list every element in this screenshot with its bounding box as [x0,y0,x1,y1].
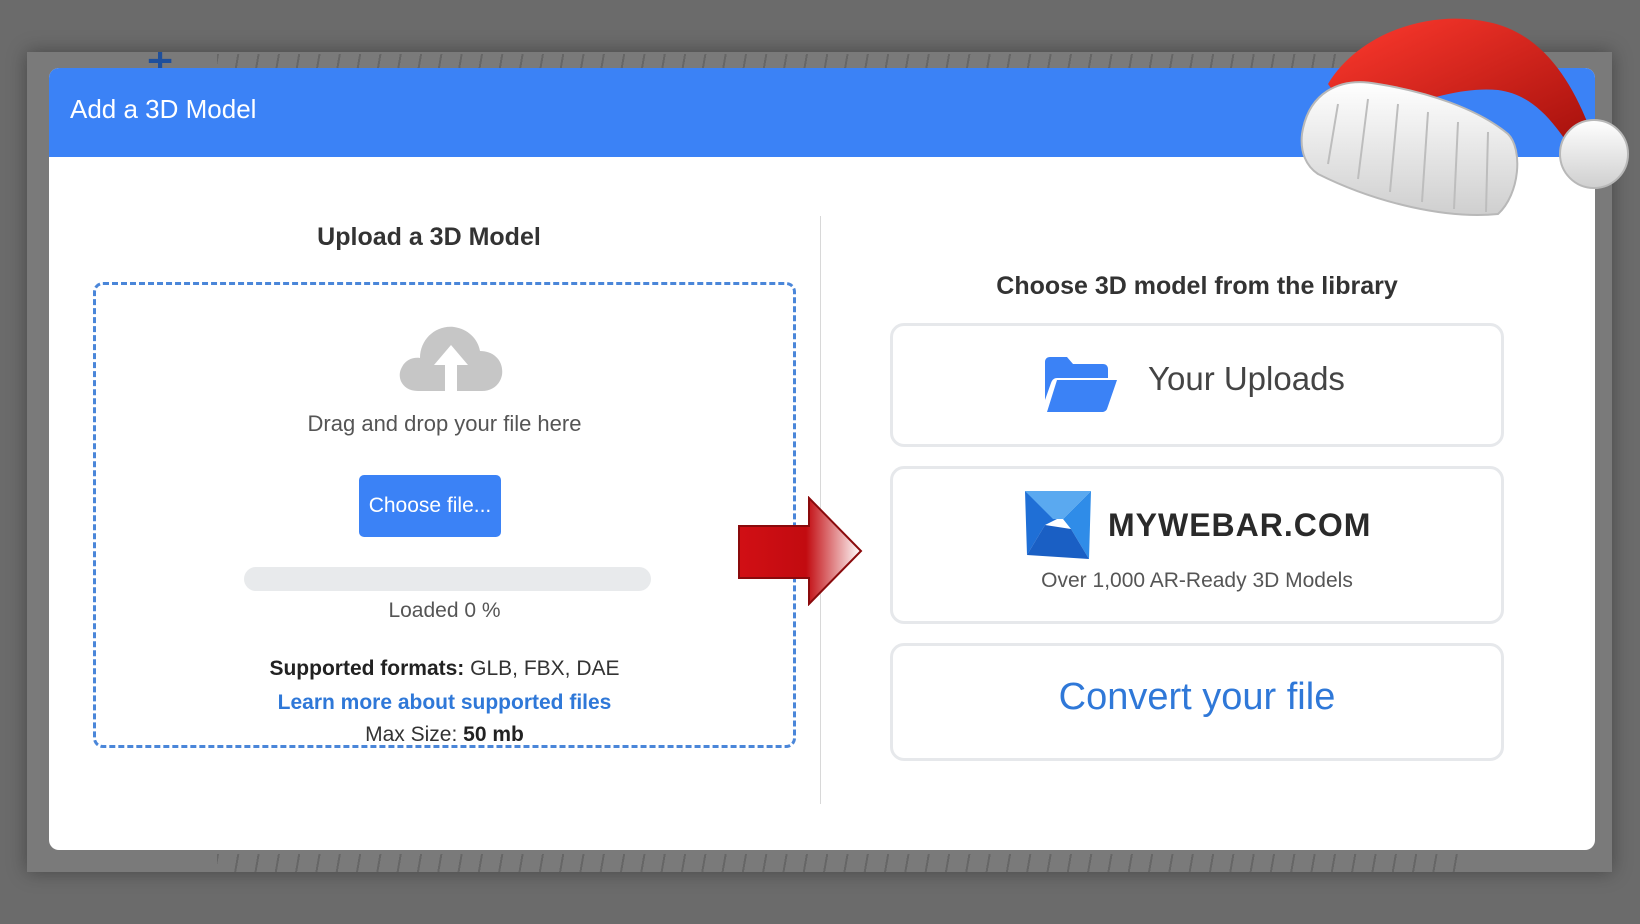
mywebar-brand-text: MYWEBAR.COM [1108,507,1372,543]
max-size: Max Size: 50 mb [96,723,793,747]
dialog-title: Add a 3D Model [70,94,257,124]
your-uploads-button[interactable]: Your Uploads [890,323,1504,447]
upload-heading: Upload a 3D Model [317,223,541,251]
cloud-upload-icon [399,326,503,391]
your-uploads-label: Your Uploads [1148,360,1345,397]
convert-file-label: Convert your file [1058,676,1336,718]
santa-hat-icon [1300,18,1629,216]
choose-file-button[interactable]: Choose file... [359,475,501,537]
background-grid-bottom [217,854,1462,872]
right-arrow-icon [738,496,863,606]
mywebar-logo-icon [1025,491,1091,559]
drag-drop-text: Drag and drop your file here [307,411,582,436]
formats-value: GLB, FBX, DAE [464,657,620,680]
library-heading: Choose 3D model from the library [996,272,1398,300]
convert-file-button[interactable]: Convert your file [890,643,1504,761]
loaded-text: Loaded 0 % [388,599,501,622]
max-size-label: Max Size: [365,723,458,746]
mywebar-library-button[interactable]: MYWEBAR.COM Over 1,000 AR-Ready 3D Model… [890,466,1504,624]
formats-label: Supported formats: [269,657,465,680]
max-size-value: 50 mb [457,723,524,746]
learn-more-link[interactable]: Learn more about supported files [96,691,793,715]
upload-dropzone[interactable]: Drag and drop your file here Choose file… [93,282,796,748]
upload-progress-bar [244,567,651,591]
folder-open-icon [1045,357,1117,412]
supported-formats: Supported formats: GLB, FBX, DAE [96,657,793,681]
mywebar-subtitle: Over 1,000 AR-Ready 3D Models [1041,569,1353,592]
